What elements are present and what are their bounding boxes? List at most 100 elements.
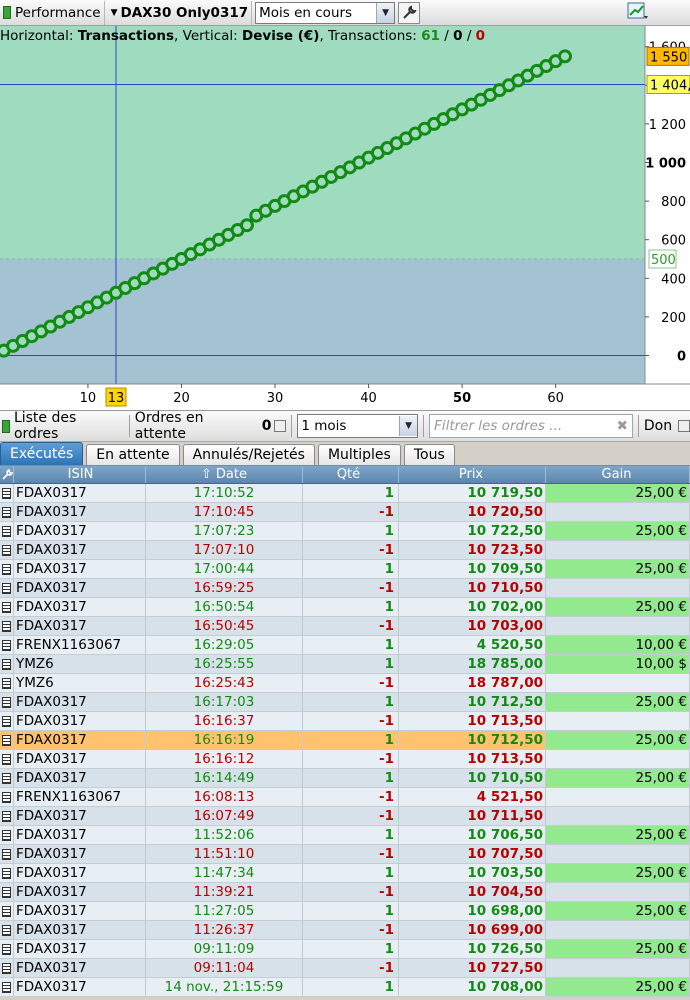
table-row[interactable]: YMZ6 16:25:55 1 18 785,00 10,00 $ xyxy=(0,655,690,674)
x-tick-label: 50 xyxy=(453,391,471,406)
equity-chart[interactable]: 02004006008001 0001 2001 4001 6001020304… xyxy=(0,26,690,410)
cell-qty: 1 xyxy=(303,902,399,920)
performance-menu[interactable]: Performance xyxy=(0,0,105,25)
table-row[interactable]: FDAX0317 16:17:03 1 10 712,50 25,00 € xyxy=(0,693,690,712)
chevron-down-icon[interactable]: ▼ xyxy=(399,416,418,436)
tab-pending[interactable]: En attente xyxy=(86,444,180,465)
order-details-icon-cell[interactable] xyxy=(0,503,14,521)
document-icon xyxy=(2,506,11,518)
order-details-icon-cell[interactable] xyxy=(0,560,14,578)
document-icon xyxy=(2,544,11,556)
cell-qty: -1 xyxy=(303,845,399,863)
tab-all[interactable]: Tous xyxy=(403,444,455,465)
chevron-down-icon[interactable]: ▼ xyxy=(376,2,395,23)
account-menu[interactable]: ▼ DAX30 Only0317 xyxy=(105,0,253,25)
order-details-icon-cell[interactable] xyxy=(0,788,14,806)
order-details-icon-cell[interactable] xyxy=(0,693,14,711)
columns-settings-icon[interactable] xyxy=(0,466,14,483)
table-row[interactable]: FDAX0317 16:50:45 -1 10 703,00 xyxy=(0,617,690,636)
order-details-icon-cell[interactable] xyxy=(0,826,14,844)
table-row[interactable]: FDAX0317 16:16:19 1 10 712,50 25,00 € xyxy=(0,731,690,750)
orders-filter-input[interactable]: Filtrer les ordres ... ✖ xyxy=(429,414,633,438)
order-details-icon-cell[interactable] xyxy=(0,579,14,597)
order-details-icon-cell[interactable] xyxy=(0,541,14,559)
table-row[interactable]: FDAX0317 11:27:05 1 10 698,00 25,00 € xyxy=(0,902,690,921)
table-row[interactable]: FDAX0317 11:51:10 -1 10 707,50 xyxy=(0,845,690,864)
period-select[interactable]: Mois en cours ▼ xyxy=(255,1,396,24)
column-header-qty[interactable]: Qté xyxy=(303,466,399,483)
export-button[interactable] xyxy=(626,0,650,26)
table-row[interactable]: FRENX1163067 16:08:13 -1 4 521,50 xyxy=(0,788,690,807)
cell-isin: FDAX0317 xyxy=(14,579,146,597)
column-header-date[interactable]: ⇧ Date xyxy=(146,466,303,483)
table-row[interactable]: FDAX0317 11:26:37 -1 10 699,00 xyxy=(0,921,690,940)
column-header-gain[interactable]: Gain xyxy=(546,466,690,483)
table-row[interactable]: FDAX0317 11:39:21 -1 10 704,50 xyxy=(0,883,690,902)
minimize-icon[interactable] xyxy=(678,420,690,432)
cell-isin: FDAX0317 xyxy=(14,826,146,844)
orders-list-label[interactable]: Liste des ordres xyxy=(14,410,124,442)
cell-gain xyxy=(546,788,690,806)
order-details-icon-cell[interactable] xyxy=(0,712,14,730)
table-row[interactable]: FDAX0317 11:47:34 1 10 703,50 25,00 € xyxy=(0,864,690,883)
cell-date: 16:16:37 xyxy=(146,712,303,730)
tab-multiples[interactable]: Multiples xyxy=(317,444,401,465)
cell-gain: 25,00 € xyxy=(546,731,690,749)
settings-wrench-button[interactable] xyxy=(398,1,421,24)
table-row[interactable]: FDAX0317 16:16:37 -1 10 713,50 xyxy=(0,712,690,731)
orders-period-select[interactable]: 1 mois ▼ xyxy=(297,414,419,438)
cell-gain: 25,00 € xyxy=(546,940,690,958)
data-point[interactable] xyxy=(558,49,572,64)
filter-placeholder: Filtrer les ordres ... xyxy=(434,418,563,434)
order-details-icon-cell[interactable] xyxy=(0,598,14,616)
cancel-all-icon[interactable] xyxy=(274,420,287,432)
order-details-icon-cell[interactable] xyxy=(0,674,14,692)
order-details-icon-cell[interactable] xyxy=(0,617,14,635)
table-row[interactable]: FDAX0317 16:50:54 1 10 702,00 25,00 € xyxy=(0,598,690,617)
cell-qty: -1 xyxy=(303,617,399,635)
order-details-icon-cell[interactable] xyxy=(0,864,14,882)
order-details-icon-cell[interactable] xyxy=(0,484,14,502)
order-details-icon-cell[interactable] xyxy=(0,902,14,920)
order-details-icon-cell[interactable] xyxy=(0,978,14,996)
column-header-price[interactable]: Prix xyxy=(399,466,546,483)
legend-separator: / xyxy=(444,28,449,44)
orders-right-label[interactable]: Don xyxy=(644,418,672,434)
order-details-icon-cell[interactable] xyxy=(0,750,14,768)
table-row[interactable]: FDAX0317 16:07:49 -1 10 711,50 xyxy=(0,807,690,826)
order-details-icon-cell[interactable] xyxy=(0,807,14,825)
table-row[interactable]: FDAX0317 17:10:52 1 10 719,50 25,00 € xyxy=(0,484,690,503)
table-row[interactable]: FDAX0317 09:11:09 1 10 726,50 25,00 € xyxy=(0,940,690,959)
tab-cancelled-rejected[interactable]: Annulés/Rejetés xyxy=(182,444,315,465)
order-details-icon-cell[interactable] xyxy=(0,940,14,958)
table-row[interactable]: FDAX0317 17:00:44 1 10 709,50 25,00 € xyxy=(0,560,690,579)
tab-executed[interactable]: Exécutés xyxy=(0,442,84,465)
order-details-icon-cell[interactable] xyxy=(0,636,14,654)
order-details-icon-cell[interactable] xyxy=(0,769,14,787)
document-icon xyxy=(2,525,11,537)
data-point[interactable] xyxy=(239,218,254,233)
table-row[interactable]: FDAX0317 16:16:12 -1 10 713,50 xyxy=(0,750,690,769)
column-header-isin[interactable]: ISIN xyxy=(14,466,146,483)
order-details-icon-cell[interactable] xyxy=(0,655,14,673)
table-row[interactable]: FDAX0317 17:07:23 1 10 722,50 25,00 € xyxy=(0,522,690,541)
table-row[interactable]: FDAX0317 16:14:49 1 10 710,50 25,00 € xyxy=(0,769,690,788)
table-row[interactable]: FDAX0317 14 nov., 21:15:59 1 10 708,00 25,00… xyxy=(0,978,690,997)
order-details-icon-cell[interactable] xyxy=(0,959,14,977)
table-row[interactable]: YMZ6 16:25:43 -1 18 787,00 xyxy=(0,674,690,693)
order-details-icon-cell[interactable] xyxy=(0,845,14,863)
table-row[interactable]: FDAX0317 09:11:04 -1 10 727,50 xyxy=(0,959,690,978)
table-row[interactable]: FDAX0317 17:07:10 -1 10 723,50 xyxy=(0,541,690,560)
cell-qty: -1 xyxy=(303,921,399,939)
cell-price: 10 702,00 xyxy=(399,598,546,616)
cell-gain xyxy=(546,807,690,825)
clear-filter-icon[interactable]: ✖ xyxy=(617,418,628,434)
table-row[interactable]: FDAX0317 17:10:45 -1 10 720,50 xyxy=(0,503,690,522)
order-details-icon-cell[interactable] xyxy=(0,522,14,540)
table-row[interactable]: FDAX0317 16:59:25 -1 10 710,50 xyxy=(0,579,690,598)
order-details-icon-cell[interactable] xyxy=(0,921,14,939)
table-row[interactable]: FRENX1163067 16:29:05 1 4 520,50 10,00 € xyxy=(0,636,690,655)
order-details-icon-cell[interactable] xyxy=(0,731,14,749)
table-row[interactable]: FDAX0317 11:52:06 1 10 706,50 25,00 € xyxy=(0,826,690,845)
order-details-icon-cell[interactable] xyxy=(0,883,14,901)
